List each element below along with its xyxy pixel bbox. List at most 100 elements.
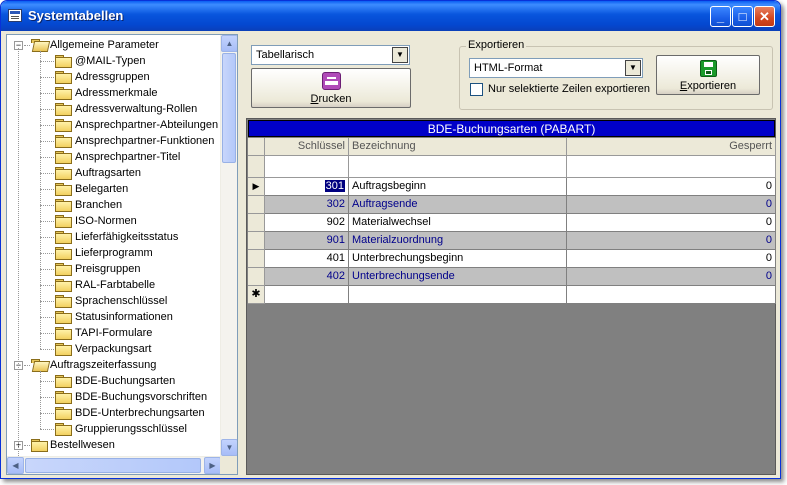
tree-connector	[40, 381, 54, 382]
tree-item-label: Ansprechpartner-Titel	[75, 151, 181, 163]
tree-item-label: BDE-Buchungsarten	[75, 375, 176, 387]
cell-key[interactable]: 902	[265, 214, 349, 232]
tree-connector	[40, 141, 54, 142]
tree-connector	[40, 349, 54, 350]
scroll-thumb[interactable]	[222, 53, 236, 163]
tree-item-label: Adressgruppen	[75, 71, 150, 83]
cell-key[interactable]: 301	[265, 178, 349, 196]
cell-locked[interactable]: 0	[567, 232, 776, 250]
tree-connector	[40, 51, 41, 349]
scroll-down-icon[interactable]: ▼	[221, 439, 237, 456]
tree-vertical-scrollbar[interactable]: ▲ ▼	[220, 35, 237, 456]
filter-locked-input[interactable]	[567, 156, 776, 178]
cell-key[interactable]: 402	[265, 268, 349, 286]
tree-connector	[40, 221, 54, 222]
new-row-name[interactable]	[349, 286, 567, 304]
new-row-selector[interactable]: ✱	[248, 286, 265, 304]
cell-locked[interactable]: 0	[567, 214, 776, 232]
selected-only-checkbox[interactable]	[470, 83, 483, 96]
tree-connector	[40, 77, 54, 78]
folder-icon	[55, 167, 72, 180]
folder-icon	[55, 279, 72, 292]
tree-item-label: @MAIL-Typen	[75, 55, 146, 67]
cell-name[interactable]: Materialwechsel	[349, 214, 567, 232]
cell-name[interactable]: Unterbrechungsbeginn	[349, 250, 567, 268]
folder-icon	[55, 391, 72, 404]
selected-only-label[interactable]: Nur selektierte Zeilen exportieren	[488, 83, 650, 95]
hscroll-thumb[interactable]	[25, 458, 201, 473]
cell-name[interactable]: Auftragsende	[349, 196, 567, 214]
tree-connector	[40, 413, 54, 414]
tree-connector	[40, 371, 41, 429]
maximize-button[interactable]: □	[732, 6, 753, 27]
folder-icon	[55, 199, 72, 212]
tree-item-label: ISO-Normen	[75, 215, 137, 227]
tree-item-label: Belegarten	[75, 183, 129, 195]
close-button[interactable]: ✕	[754, 6, 775, 27]
row-selector[interactable]	[248, 268, 265, 286]
scroll-up-icon[interactable]: ▲	[221, 35, 237, 52]
row-selector[interactable]	[248, 214, 265, 232]
cell-locked[interactable]: 0	[567, 250, 776, 268]
row-selector[interactable]	[248, 250, 265, 268]
filter-name-input[interactable]	[349, 156, 567, 178]
folder-icon	[55, 103, 72, 116]
tree-item-label: BDE-Unterbrechungsarten	[75, 407, 205, 419]
filter-key-input[interactable]	[265, 156, 349, 178]
tree-connector	[40, 173, 54, 174]
new-row-locked[interactable]	[567, 286, 776, 304]
column-header-name[interactable]: Bezeichnung	[349, 138, 567, 156]
tree-item-label: Verpackungsart	[75, 343, 152, 355]
cell-key[interactable]: 401	[265, 250, 349, 268]
toolbar-panel: Tabellarisch ▼ Drucken Exportieren HTML-…	[246, 34, 776, 112]
print-button[interactable]: Drucken	[251, 68, 411, 108]
title-bar[interactable]: Systemtabellen _ □ ✕	[1, 1, 780, 31]
cell-key[interactable]: 302	[265, 196, 349, 214]
tree-group[interactable]: + Bestellwesen	[7, 437, 221, 453]
tree-connector	[40, 301, 54, 302]
folder-icon	[55, 247, 72, 260]
cell-key[interactable]: 901	[265, 232, 349, 250]
folder-icon	[55, 295, 72, 308]
tree-connector	[40, 269, 54, 270]
folder-icon	[55, 231, 72, 244]
data-grid: BDE-Buchungsarten (PABART) Schlüssel Bez…	[246, 118, 776, 475]
filter-row-selector	[248, 156, 265, 178]
format-select[interactable]: HTML-Format ▼	[469, 58, 643, 78]
tree-group-label: Allgemeine Parameter	[50, 39, 159, 51]
scroll-left-icon[interactable]: ◀	[7, 457, 24, 474]
cell-locked[interactable]: 0	[567, 196, 776, 214]
chevron-down-icon[interactable]: ▼	[625, 60, 641, 76]
tree-item-label: Lieferprogramm	[75, 247, 153, 259]
tree-content: − Allgemeine Parameter @MAIL-Typen Adressgr…	[7, 35, 221, 456]
cell-locked[interactable]: 0	[567, 178, 776, 196]
tree-horizontal-scrollbar[interactable]: ◀ ▶	[7, 456, 221, 474]
tree-connector	[40, 93, 54, 94]
column-header-locked[interactable]: Gesperrt	[567, 138, 776, 156]
folder-icon	[55, 215, 72, 228]
row-selector[interactable]	[248, 232, 265, 250]
chevron-down-icon[interactable]: ▼	[392, 47, 408, 63]
scroll-right-icon[interactable]: ▶	[204, 457, 221, 474]
view-select[interactable]: Tabellarisch ▼	[251, 45, 410, 65]
folder-icon	[55, 327, 72, 340]
minimize-button[interactable]: _	[710, 6, 731, 27]
app-icon	[8, 9, 22, 22]
new-row-key[interactable]	[265, 286, 349, 304]
tree-item-label: Preisgruppen	[75, 263, 141, 275]
floppy-disk-icon	[700, 60, 717, 77]
main-window: Systemtabellen _ □ ✕ − Allgemeine Paramet…	[0, 0, 781, 479]
cell-locked[interactable]: 0	[567, 268, 776, 286]
cell-name[interactable]: Auftragsbeginn	[349, 178, 567, 196]
export-button[interactable]: Exportieren	[656, 55, 760, 95]
row-selector[interactable]: ▶	[248, 178, 265, 196]
folder-icon	[31, 439, 48, 452]
cell-name[interactable]: Materialzuordnung	[349, 232, 567, 250]
tree-connector	[24, 445, 30, 446]
tree-item-label: Ansprechpartner-Funktionen	[75, 135, 215, 147]
format-select-value: HTML-Format	[474, 62, 543, 74]
row-selector[interactable]	[248, 196, 265, 214]
cell-name[interactable]: Unterbrechungsende	[349, 268, 567, 286]
tree-connector	[40, 429, 54, 430]
column-header-key[interactable]: Schlüssel	[265, 138, 349, 156]
